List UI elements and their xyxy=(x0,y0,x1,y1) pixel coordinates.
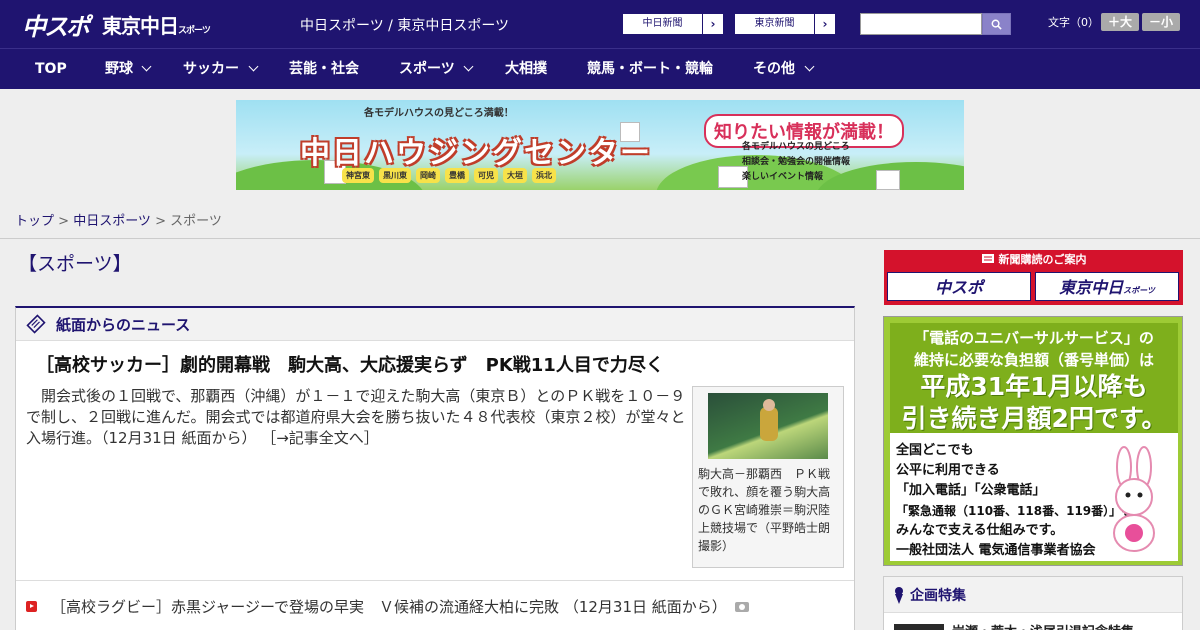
nav-item-soccer[interactable]: サッカー xyxy=(183,49,239,90)
news-list-item-title: ［高校ラグビー］赤黒ジャージーで登場の早実 Ｖ候補の流通経大柏に完敗 （12月3… xyxy=(51,598,727,616)
paper-link-label: 東京新聞 xyxy=(735,14,815,34)
banner-town: 可児 xyxy=(474,168,498,183)
breadcrumb-separator: > xyxy=(150,214,171,229)
universal-service-ad[interactable]: 「電話のユニバーサルサービス」の 維持に必要な負担額（番号単価）は 平成31年1… xyxy=(883,316,1183,566)
news-panel: 紙面からのニュース ［高校サッカー］劇的開幕戦 駒大高、大応援実らず PK戦11… xyxy=(15,306,855,630)
nav-item-sports[interactable]: スポーツ xyxy=(399,49,455,90)
feature-box: 企画特集 岩瀬・荒木・浅尾引退記念特集 xyxy=(883,576,1183,630)
chevron-down-icon[interactable] xyxy=(141,61,152,72)
camera-icon xyxy=(734,601,749,612)
news-list-item[interactable]: ［高校ラグビー］赤黒ジャージーで登場の早実 Ｖ候補の流通経大柏に完敗 （12月3… xyxy=(26,596,749,617)
article-photo-box: 駒大高－那覇西 ＰＫ戦で敗れ、顔を覆う駒大高のＧＫ宮崎雅崇＝駒沢陸上競技場で（平… xyxy=(692,386,844,568)
banner-info-line: 相談会・勉強会の開催情報 xyxy=(742,157,851,167)
logo-sub-text: 東京中日 xyxy=(102,13,179,38)
ribbon-icon xyxy=(895,586,903,604)
chevron-right-icon: › xyxy=(710,17,716,31)
lead-article-body: 開会式後の１回戦で、那覇西（沖縄）が１－１で迎えた駒大高（東京Ｂ）とのＰＫ戦を１… xyxy=(26,386,694,449)
chevron-down-icon[interactable] xyxy=(248,61,259,72)
search-button[interactable] xyxy=(982,13,1011,35)
ad-line: 平成31年1月以降も xyxy=(920,372,1148,401)
site-logo[interactable]: 中スポ 東京中日スポーツ xyxy=(22,8,211,41)
subscription-heading: 新聞購読のご案内 xyxy=(884,250,1183,269)
ad-line: 引き続き月額2円です。 xyxy=(901,404,1167,433)
site-names[interactable]: 中日スポーツ / 東京中日スポーツ xyxy=(300,15,509,35)
photo-caption: 駒大高－那覇西 ＰＫ戦で敗れ、顔を覆う駒大高のＧＫ宮崎雅崇＝駒沢陸上競技場で（平… xyxy=(698,467,831,553)
banner-towns: 神宮東 黒川東 岡崎 豊橋 可児 大垣 浜北 xyxy=(342,168,556,183)
ad-body: 全国どこでも 公平に利用できる 「加入電話」「公衆電話」 「緊急通報（110番、… xyxy=(890,433,1178,561)
feature-heading: 企画特集 xyxy=(884,577,1182,613)
banner-town: 黒川東 xyxy=(379,168,411,183)
bunny-mascot-icon xyxy=(1113,446,1155,552)
logo-tokyo-chunichi: 東京中日スポーツ xyxy=(102,10,211,39)
play-icon xyxy=(26,601,37,612)
chunichi-shimbun-link[interactable]: 中日新聞 › xyxy=(622,13,724,35)
banner-info-line: 各モデルハウスの見どころ xyxy=(742,142,850,152)
nav-item-racing[interactable]: 競馬・ボート・競輪 xyxy=(587,49,713,90)
tokyo-shimbun-link[interactable]: 東京新聞 › xyxy=(734,13,836,35)
main-nav: TOP 野球 サッカー 芸能・社会 スポーツ 大相撲 競馬・ボート・競輪 その他 xyxy=(0,48,1200,89)
breadcrumb-separator: > xyxy=(54,214,74,229)
breadcrumb-divider xyxy=(0,238,1200,239)
article-photo[interactable] xyxy=(708,393,828,459)
feature-item-title: 岩瀬・荒木・浅尾引退記念特集 xyxy=(952,621,1134,630)
chevron-down-icon[interactable] xyxy=(463,61,474,72)
breadcrumb-parent-link[interactable]: 中日スポーツ xyxy=(73,214,151,229)
paper-link-label: 中日新聞 xyxy=(623,14,703,34)
top-header: 中スポ 東京中日スポーツ 中日スポーツ / 東京中日スポーツ 中日新聞 › 東京… xyxy=(0,0,1200,48)
logo-sub-small: スポーツ xyxy=(178,25,211,36)
panel-heading: 紙面からのニュース xyxy=(56,315,191,334)
chevron-down-icon[interactable] xyxy=(804,61,815,72)
banner-top-text: 各モデルハウスの見どころ満載！ xyxy=(364,108,514,119)
font-size-label: 文字（0） xyxy=(1048,16,1099,29)
feature-heading-text: 企画特集 xyxy=(910,587,966,604)
newspaper-icon xyxy=(26,314,46,334)
nav-item-other[interactable]: その他 xyxy=(753,49,795,90)
ad-line: 維持に必要な負担額（番号単価）は xyxy=(913,351,1154,369)
banner-title: 中日ハウジングセンター xyxy=(300,136,652,171)
breadcrumb-home-link[interactable]: トップ xyxy=(15,214,54,229)
read-full-article-link[interactable]: ［→記事全文へ］ xyxy=(261,429,379,447)
banner-town: 浜北 xyxy=(532,168,556,183)
banner-town: 豊橋 xyxy=(445,168,469,183)
logo-chuspo: 中スポ xyxy=(22,12,90,41)
font-size-up-button[interactable]: ＋大 xyxy=(1101,13,1139,31)
search-icon xyxy=(991,19,1002,30)
banner-info-line: 楽しいイベント情報 xyxy=(742,172,824,182)
feature-item[interactable]: 岩瀬・荒木・浅尾引退記念特集 xyxy=(894,621,1134,630)
nav-item-entertainment[interactable]: 芸能・社会 xyxy=(289,49,359,90)
nav-item-baseball[interactable]: 野球 xyxy=(105,49,133,90)
breadcrumb: トップ > 中日スポーツ > スポーツ xyxy=(15,210,222,229)
subscription-box: 新聞購読のご案内 中スポ 東京中日スポーツ xyxy=(884,250,1183,305)
banner-house xyxy=(876,170,900,190)
search-input[interactable] xyxy=(860,13,982,35)
banner-town: 神宮東 xyxy=(342,168,374,183)
ad-headline: 「電話のユニバーサルサービス」の 維持に必要な負担額（番号単価）は 平成31年1… xyxy=(890,323,1178,435)
list-divider xyxy=(16,580,854,581)
subscribe-button-label: 東京中日 xyxy=(1059,278,1124,297)
lead-article-title[interactable]: ［高校サッカー］劇的開幕戦 駒大高、大応援実らず PK戦11人目で力尽く xyxy=(36,351,664,377)
font-size-down-button[interactable]: －小 xyxy=(1142,13,1180,31)
banner-town: 大垣 xyxy=(503,168,527,183)
housing-center-banner[interactable]: 各モデルハウスの見どころ満載！ 中日ハウジングセンター 知りたい情報が満載！ 神… xyxy=(236,100,964,190)
subscribe-chuspo-button[interactable]: 中スポ xyxy=(887,272,1031,301)
chevron-right-icon: › xyxy=(822,17,828,31)
subscribe-button-small: スポーツ xyxy=(1123,286,1155,295)
banner-town: 岡崎 xyxy=(416,168,440,183)
breadcrumb-current: スポーツ xyxy=(170,214,222,229)
panel-header: 紙面からのニュース xyxy=(16,308,854,341)
subscription-heading-text: 新聞購読のご案内 xyxy=(998,253,1087,266)
page-title: 【スポーツ】 xyxy=(18,253,132,275)
feature-thumbnail xyxy=(894,623,944,630)
photo-figure xyxy=(760,407,778,441)
subscribe-tokyo-chunichi-button[interactable]: 東京中日スポーツ xyxy=(1035,272,1179,301)
photo-figure-head xyxy=(763,399,775,411)
newspaper-icon xyxy=(981,254,994,263)
nav-item-sumo[interactable]: 大相撲 xyxy=(505,49,547,90)
nav-item-top[interactable]: TOP xyxy=(35,49,67,90)
banner-info: 各モデルハウスの見どころ 相談会・勉強会の開催情報 楽しいイベント情報 xyxy=(742,140,850,185)
ad-line: 「電話のユニバーサルサービス」の xyxy=(914,329,1154,347)
